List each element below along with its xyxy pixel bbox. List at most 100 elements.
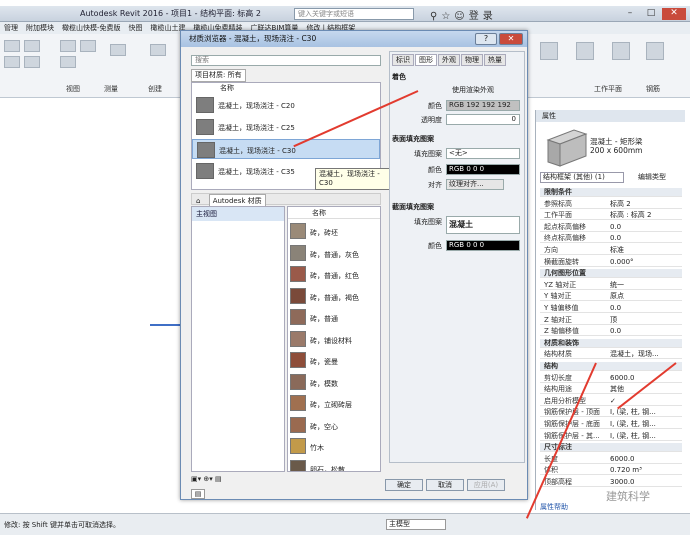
property-group[interactable]: 几何图形位置 bbox=[540, 269, 682, 279]
project-material-item[interactable]: 混凝土，现场浇注 - C30 bbox=[192, 139, 380, 159]
help-search-input[interactable]: 键入关键字或短语 bbox=[294, 8, 414, 20]
sign-in-link[interactable]: 登录 bbox=[469, 11, 497, 22]
property-value[interactable]: 混凝土，现场... bbox=[608, 350, 682, 359]
library-material-item[interactable]: 砖，铺设材料 bbox=[288, 329, 380, 350]
library-material-item[interactable]: 砖，普通，褐色 bbox=[288, 286, 380, 307]
cut-pattern-value[interactable]: 混凝土 bbox=[446, 216, 520, 234]
property-group[interactable]: 结构 bbox=[540, 362, 682, 371]
menu-item-1[interactable]: 附加模块 bbox=[22, 22, 58, 34]
dialog-close-icon[interactable]: ✕ bbox=[499, 33, 523, 45]
library-material-item[interactable]: 砖，普通，红色 bbox=[288, 264, 380, 285]
selected-beam-line[interactable] bbox=[150, 324, 182, 326]
close-button[interactable]: ✕ bbox=[662, 8, 686, 20]
shading-section[interactable]: 着色 bbox=[392, 72, 522, 82]
editor-tab-3[interactable]: 物理 bbox=[461, 54, 483, 66]
editor-tab-2[interactable]: 外观 bbox=[438, 54, 460, 66]
property-value[interactable]: 3000.0 bbox=[608, 478, 682, 487]
model-selector[interactable]: 主模型 bbox=[386, 519, 446, 530]
project-materials-filter[interactable]: 项目材质: 所有 bbox=[191, 69, 246, 82]
editor-tab-1[interactable]: 图形 bbox=[415, 54, 437, 66]
library-material-item[interactable]: 卵石，松散 bbox=[288, 458, 380, 471]
surface-pattern-section[interactable]: 表面填充图案 bbox=[392, 134, 522, 144]
library-material-item[interactable]: 砖，立砌砖层 bbox=[288, 393, 380, 414]
property-value[interactable]: 6000.0 bbox=[608, 455, 682, 464]
material-search-input[interactable]: 搜索 bbox=[191, 55, 381, 66]
ribbon-tool-5[interactable] bbox=[60, 40, 76, 52]
menu-item-2[interactable]: 橄榄山快模-免费版 bbox=[58, 22, 125, 34]
library-material-item[interactable]: 砖，普通，灰色 bbox=[288, 243, 380, 264]
menu-item-3[interactable]: 快图 bbox=[125, 22, 147, 34]
property-row[interactable]: 方向 标准 bbox=[540, 246, 682, 255]
property-value[interactable]: 0.000° bbox=[608, 258, 682, 267]
toggle-library-icon[interactable]: ▤ bbox=[191, 489, 205, 499]
ribbon-tool-3[interactable] bbox=[4, 56, 20, 68]
editor-tab-0[interactable]: 标识 bbox=[392, 54, 414, 66]
cancel-button[interactable]: 取消 bbox=[426, 479, 464, 491]
property-value[interactable]: I, (梁, 柱, 钢... bbox=[608, 420, 682, 429]
property-value[interactable]: 0.0 bbox=[608, 304, 682, 313]
tree-root-item[interactable]: 主视图 bbox=[192, 207, 284, 221]
minimize-button[interactable]: – bbox=[620, 8, 640, 20]
property-row[interactable]: 终点标高偏移 0.0 bbox=[540, 234, 682, 244]
library-material-item[interactable]: 砖，普通 bbox=[288, 307, 380, 328]
property-row[interactable]: 工作平面 标高 : 标高 2 bbox=[540, 211, 682, 221]
property-value[interactable]: 顶 bbox=[608, 316, 682, 325]
property-row[interactable]: 结构材质 混凝土，现场... bbox=[540, 350, 682, 360]
property-group[interactable]: 限制条件 bbox=[540, 188, 682, 197]
property-value[interactable]: 标准 bbox=[608, 246, 682, 255]
library-material-item[interactable]: 砖，砖坯 bbox=[288, 221, 380, 242]
shading-color-swatch[interactable]: RGB 192 192 192 bbox=[446, 100, 520, 111]
ribbon-tool-9[interactable] bbox=[150, 44, 166, 56]
property-value[interactable]: 原点 bbox=[608, 292, 682, 301]
property-group[interactable]: 材质和装饰 bbox=[540, 338, 682, 348]
project-material-item[interactable]: 混凝土，现场浇注 - C20 bbox=[192, 95, 380, 115]
ribbon-tool-10[interactable] bbox=[540, 42, 558, 60]
property-row[interactable]: 参照标高 标高 2 bbox=[540, 200, 682, 209]
property-row[interactable]: 长度6000.0 bbox=[540, 455, 682, 464]
property-row[interactable]: Z 轴对正 顶 bbox=[540, 316, 682, 325]
property-value[interactable]: 标高 2 bbox=[608, 200, 682, 209]
property-row[interactable]: 顶部高程 3000.0 bbox=[540, 478, 682, 487]
library-material-item[interactable]: 砖，模数 bbox=[288, 372, 380, 393]
library-material-item[interactable]: 砖，瓷曼 bbox=[288, 350, 380, 371]
transparency-input[interactable]: 0 bbox=[446, 114, 520, 125]
property-row[interactable]: Y 轴对正 原点 bbox=[540, 292, 682, 302]
surface-pattern-value[interactable]: <无> bbox=[446, 148, 520, 159]
property-value[interactable]: 标高 : 标高 2 bbox=[608, 211, 682, 220]
ribbon-tool-11[interactable] bbox=[576, 42, 594, 60]
cut-color-swatch[interactable]: RGB 0 0 0 bbox=[446, 240, 520, 251]
property-value[interactable]: I, (梁, 柱, 钢... bbox=[608, 432, 682, 441]
property-value[interactable]: 0.0 bbox=[608, 327, 682, 336]
property-row[interactable]: 启用分析模型 ✓ bbox=[540, 397, 682, 406]
ribbon-tool-6[interactable] bbox=[80, 40, 96, 52]
ribbon-tool-2[interactable] bbox=[24, 40, 40, 52]
use-render-appearance-checkbox[interactable]: 使用渲染外观 bbox=[450, 86, 520, 97]
help-icon[interactable]: ? bbox=[475, 33, 497, 45]
binoculars-icon[interactable]: ⚲ bbox=[430, 11, 441, 22]
ribbon-tool-8[interactable] bbox=[110, 44, 126, 56]
surface-color-swatch[interactable]: RGB 0 0 0 bbox=[446, 164, 520, 175]
user-icon[interactable]: ☺ bbox=[454, 11, 468, 22]
properties-help-link[interactable]: 属性帮助 bbox=[540, 502, 568, 512]
cut-pattern-section[interactable]: 截面填充图案 bbox=[392, 202, 522, 212]
property-row[interactable]: 体积 0.720 m³ bbox=[540, 466, 682, 476]
library-material-item[interactable]: 竹木 bbox=[288, 436, 380, 457]
property-row[interactable]: Y 轴偏移值 0.0 bbox=[540, 304, 682, 313]
ribbon-tool-7[interactable] bbox=[60, 56, 76, 68]
ribbon-tool-13[interactable] bbox=[646, 42, 664, 60]
property-value[interactable]: 统一 bbox=[608, 281, 682, 290]
texture-align-button[interactable]: 纹理对齐... bbox=[446, 179, 504, 190]
property-value[interactable]: 0.0 bbox=[608, 234, 682, 243]
editor-tab-4[interactable]: 热量 bbox=[484, 54, 506, 66]
home-icon[interactable]: ⌂ bbox=[192, 197, 200, 205]
menu-item-0[interactable]: 管理 bbox=[0, 22, 22, 34]
property-row[interactable]: YZ 轴对正 统一 bbox=[540, 281, 682, 290]
property-value[interactable]: 0.720 m³ bbox=[608, 466, 682, 475]
maximize-button[interactable]: □ bbox=[641, 8, 661, 20]
star-icon[interactable]: ☆ bbox=[441, 11, 454, 22]
property-row[interactable]: 结构用途 其他 bbox=[540, 385, 682, 395]
property-value[interactable]: I, (梁, 柱, 钢... bbox=[608, 408, 682, 417]
ribbon-tool-1[interactable] bbox=[4, 40, 20, 52]
library-material-item[interactable]: 砖，空心 bbox=[288, 415, 380, 436]
instance-selector[interactable]: 结构框架 (其他) (1) bbox=[540, 172, 624, 183]
